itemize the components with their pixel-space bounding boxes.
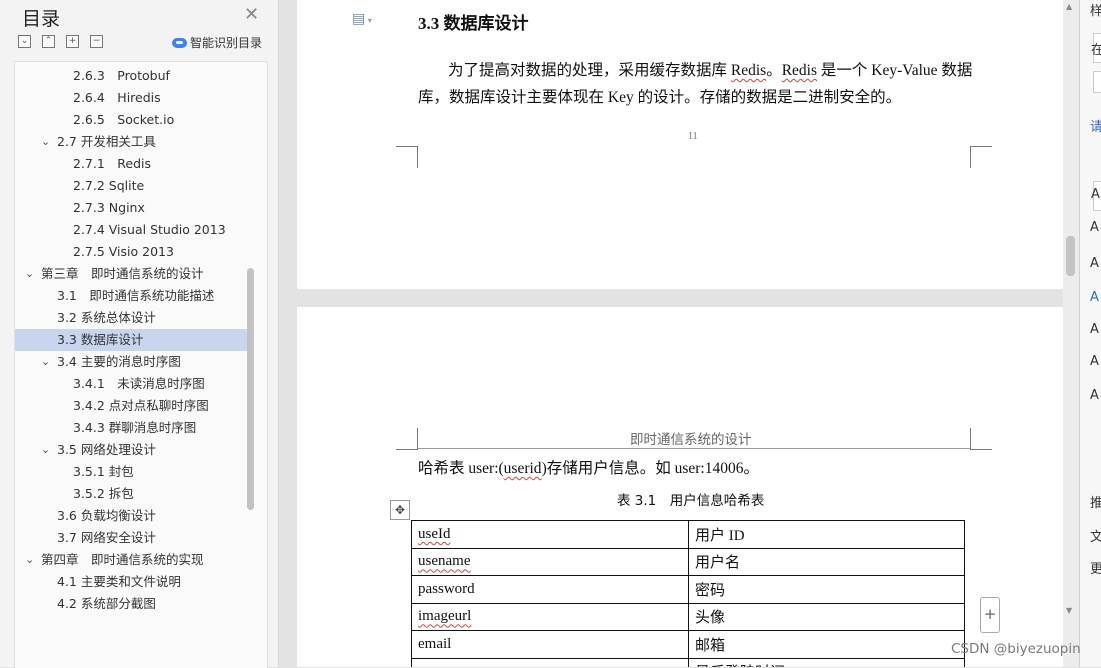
page-number: 11 (688, 131, 698, 142)
toc-item[interactable]: 3.5.1 封包 (15, 461, 247, 483)
panel-text: 推 (1090, 492, 1101, 511)
doc-outline-icon[interactable]: ▤ ▾ (352, 11, 372, 27)
panel-style-item[interactable]: A (1090, 220, 1099, 235)
page-header: 即时通信系统的设计 (630, 432, 752, 448)
panel-style-item[interactable]: A (1090, 322, 1099, 337)
toc-item[interactable]: 2.6.4 Hiredis (15, 87, 247, 109)
chevron-down-icon[interactable]: ⌄ (41, 439, 50, 461)
table-cell[interactable]: 用户名 (688, 547, 965, 576)
scroll-up-icon[interactable]: ▲ (1066, 2, 1072, 11)
add-column-button[interactable]: + (980, 597, 1000, 633)
toc-item[interactable]: 2.7.4 Visual Studio 2013 (15, 219, 247, 241)
chevron-down-icon[interactable]: ⌄ (41, 131, 50, 153)
toc-item[interactable]: 3.4.3 群聊消息时序图 (15, 417, 247, 439)
toc-item[interactable]: 3.4.2 点对点私聊时序图 (15, 395, 247, 417)
remove-level-icon[interactable]: − (90, 35, 103, 48)
table-caption: 表 3.1 用户信息哈希表 (617, 493, 765, 509)
table-row: imageurl 头像 (411, 602, 965, 631)
toc-item[interactable]: ⌄ 第三章 即时通信系统的设计 (15, 263, 247, 285)
panel-text: 样 (1090, 0, 1101, 19)
expand-all-icon[interactable]: ⌄ (18, 35, 31, 48)
table-cell[interactable]: 最后登陆时间 (688, 657, 965, 667)
toc-item[interactable]: ⌄ 3.4 主要的消息时序图 (15, 351, 247, 373)
table-cell[interactable]: email (411, 630, 689, 659)
panel-text: 文 (1090, 526, 1101, 545)
toc-item[interactable]: 4.2 系统部分截图 (15, 593, 247, 615)
table-cell[interactable]: usename (418, 553, 470, 569)
table-cell[interactable]: useId (418, 526, 451, 542)
toc-item[interactable]: 3.7 网络安全设计 (15, 527, 247, 549)
table-row: 最后登陆时间 (411, 657, 965, 667)
chevron-down-icon[interactable]: ⌄ (41, 351, 50, 373)
table-cell[interactable]: imageurl (418, 608, 471, 624)
panel-style-item[interactable]: A (1091, 181, 1101, 211)
smart-toc-label: 智能识别目录 (190, 36, 263, 50)
table-row: email 邮箱 (411, 630, 965, 659)
toc-title: 目录 (22, 8, 61, 30)
toc-item[interactable]: 3.4.1 未读消息时序图 (15, 373, 247, 395)
smart-toc-button[interactable]: 智能识别目录 (172, 34, 262, 51)
panel-link[interactable]: 请 (1090, 116, 1101, 135)
document-page: ▤ ▾ 3.3 数据库设计 为了提高对数据的处理，采用缓存数据库 Redis。R… (297, 0, 1064, 289)
panel-style-item[interactable]: A (1090, 290, 1099, 305)
toc-item[interactable]: 3.6 负载均衡设计 (15, 505, 247, 527)
toc-item[interactable]: 2.6.3 Protobuf (15, 65, 247, 87)
document-scrollbar[interactable]: ▲ ▼ (1063, 0, 1079, 667)
document-area: ▤ ▾ 3.3 数据库设计 为了提高对数据的处理，采用缓存数据库 Redis。R… (279, 0, 1085, 667)
panel-style-item[interactable]: A (1090, 256, 1099, 271)
toc-item[interactable]: ⌄ 2.7 开发相关工具 (15, 131, 247, 153)
section-heading: 3.3 数据库设计 (418, 14, 529, 33)
table-row: password 密码 (411, 575, 965, 604)
user-hash-table[interactable]: useId 用户 ID usename 用户名 password 密码 imageur… (411, 520, 965, 667)
table-cell[interactable]: 邮箱 (688, 630, 965, 659)
add-level-icon[interactable]: + (66, 35, 79, 48)
crop-mark (396, 146, 418, 168)
panel-style-item[interactable]: A (1090, 354, 1099, 369)
toc-item[interactable]: 3.1 即时通信系统功能描述 (15, 285, 247, 307)
toc-item[interactable]: 3.5.2 拆包 (15, 483, 247, 505)
collapse-all-icon[interactable]: ⌃ (42, 35, 55, 48)
toc-scrollbar[interactable] (247, 268, 254, 510)
body-paragraph[interactable]: 为了提高对数据的处理，采用缓存数据库 Redis。Redis 是一个 Key-V… (418, 57, 978, 111)
panel-input[interactable] (1093, 71, 1101, 93)
scrollbar-thumb[interactable] (1066, 236, 1075, 276)
document-page: 即时通信系统的设计 哈希表 user:(userid)存储用户信息。如 user… (297, 307, 1064, 667)
table-cell[interactable]: password (411, 575, 689, 604)
table-move-handle-icon[interactable]: ✥ (390, 500, 410, 520)
toc-item[interactable]: 3.2 系统总体设计 (15, 307, 247, 329)
toc-panel: 目录 ✕ ⌄ ⌃ + − 智能识别目录 2.6.3 Protobuf 2.6.4… (0, 0, 279, 668)
panel-input[interactable]: 在 (1091, 33, 1101, 63)
chevron-down-icon[interactable]: ⌄ (25, 549, 34, 571)
table-cell[interactable]: 用户 ID (688, 520, 965, 549)
toc-item[interactable]: 2.7.2 Sqlite (15, 175, 247, 197)
toc-item[interactable]: 4.1 主要类和文件说明 (15, 571, 247, 593)
panel-text: 更 (1090, 558, 1101, 577)
toc-item[interactable]: 2.7.5 Visio 2013 (15, 241, 247, 263)
body-paragraph[interactable]: 哈希表 user:(userid)存储用户信息。如 user:14006。 (418, 456, 759, 478)
crop-mark (970, 146, 992, 168)
panel-style-item[interactable]: A (1090, 388, 1099, 403)
style-panel: 样 在 请 A A A A A A A 推 文 更 (1079, 0, 1101, 667)
chevron-down-icon[interactable]: ⌄ (25, 263, 34, 285)
toc-item[interactable]: 2.6.5 Socket.io (15, 109, 247, 131)
close-icon[interactable]: ✕ (244, 4, 259, 25)
watermark: CSDN @biyezuopin (951, 641, 1081, 657)
table-cell[interactable]: 密码 (688, 575, 965, 604)
table-row: useId 用户 ID (411, 520, 965, 549)
toc-item[interactable]: 2.7.1 Redis (15, 153, 247, 175)
table-row: usename 用户名 (411, 547, 965, 576)
toc-item[interactable]: ⌄ 第四章 即时通信系统的实现 (15, 549, 247, 571)
crop-mark (970, 428, 992, 450)
toc-item[interactable]: ⌄ 3.5 网络处理设计 (15, 439, 247, 461)
toc-tree: 2.6.3 Protobuf 2.6.4 Hiredis 2.6.5 Socke… (14, 61, 268, 668)
toc-toolbar: ⌄ ⌃ + − (18, 35, 103, 51)
scroll-down-icon[interactable]: ▼ (1066, 606, 1072, 615)
crop-mark (396, 428, 418, 450)
table-cell[interactable]: 头像 (688, 602, 965, 631)
header-divider (418, 448, 971, 449)
toc-item-selected[interactable]: 3.3 数据库设计 (15, 329, 247, 351)
toc-item[interactable]: 2.7.3 Nginx (15, 197, 247, 219)
ai-cloud-icon (172, 37, 187, 48)
table-cell[interactable] (411, 657, 689, 667)
